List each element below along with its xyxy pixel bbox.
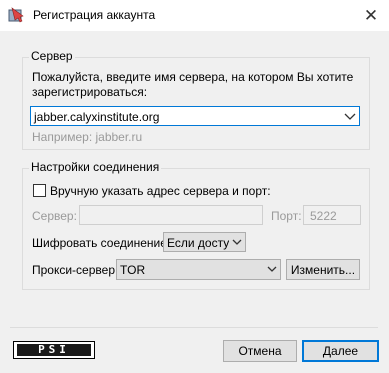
manual-server-label: Вручную указать адрес сервера и порт: [50,184,271,198]
proxy-select-value: TOR [120,263,146,277]
proxy-select[interactable]: TOR [116,259,281,280]
chevron-down-icon [232,239,242,245]
next-button-label: Далее [322,344,359,358]
cancel-button[interactable]: Отмена [223,340,297,362]
next-button[interactable]: Далее [302,340,379,362]
close-icon[interactable]: ✕ [361,6,381,26]
edit-proxy-button[interactable]: Изменить... [286,259,360,280]
port-value: 5222 [310,209,337,223]
manual-server-input[interactable] [79,205,263,225]
footer-separator [10,327,378,328]
server-prompt-line2: зарегистрироваться: [32,85,148,99]
edit-proxy-button-label: Изменить... [290,263,356,277]
chevron-down-icon [344,113,356,120]
port-input[interactable]: 5222 [303,205,361,225]
connection-group-legend: Настройки соединения [29,160,162,174]
psi-logo: PSI [13,341,95,359]
manual-server-label-field: Сервер: [32,209,77,223]
psi-logo-text: PSI [17,344,91,356]
proxy-label: Прокси-сервер: [32,263,119,277]
server-combo-value: jabber.calyxinstitute.org [34,110,160,124]
app-icon [8,7,26,23]
server-combo[interactable]: jabber.calyxinstitute.org [30,106,360,126]
server-group-legend: Сервер [29,49,75,63]
cancel-button-label: Отмена [238,344,282,358]
server-example: Например: jabber.ru [32,130,143,144]
encrypt-select-value: Если доступ [167,236,229,250]
encrypt-select[interactable]: Если доступ [163,232,246,252]
manual-server-checkbox[interactable] [33,184,46,197]
chevron-down-icon [267,266,277,272]
port-label: Порт: [271,209,302,223]
server-prompt-line1: Пожалуйста, введите имя сервера, на кото… [32,70,354,84]
encrypt-label: Шифровать соединение: [32,236,171,250]
window-title: Регистрация аккаунта [33,8,156,22]
